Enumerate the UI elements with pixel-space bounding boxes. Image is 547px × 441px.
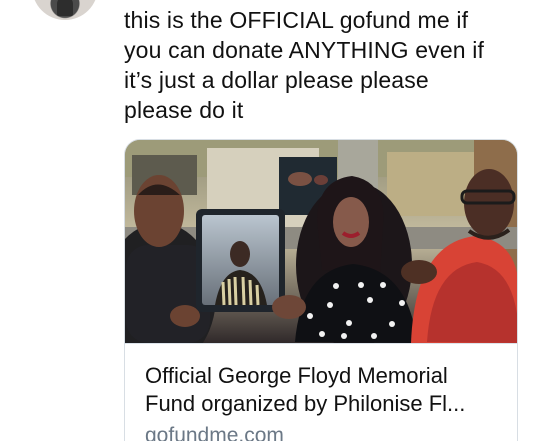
- link-card-details[interactable]: Official George Floyd Memorial Fund orga…: [125, 343, 517, 441]
- memorial-photo[interactable]: [125, 140, 518, 343]
- link-card-domain: gofundme.com: [145, 424, 284, 441]
- link-card-title[interactable]: Official George Floyd Memorial Fund orga…: [145, 362, 499, 418]
- profile-avatar[interactable]: [32, 0, 98, 20]
- tweet-container: this is the OFFICIAL gofund me if you ca…: [0, 0, 547, 441]
- tweet-text: this is the OFFICIAL gofund me if you ca…: [124, 7, 485, 123]
- gofundme-link-card[interactable]: Official George Floyd Memorial Fund orga…: [124, 139, 518, 441]
